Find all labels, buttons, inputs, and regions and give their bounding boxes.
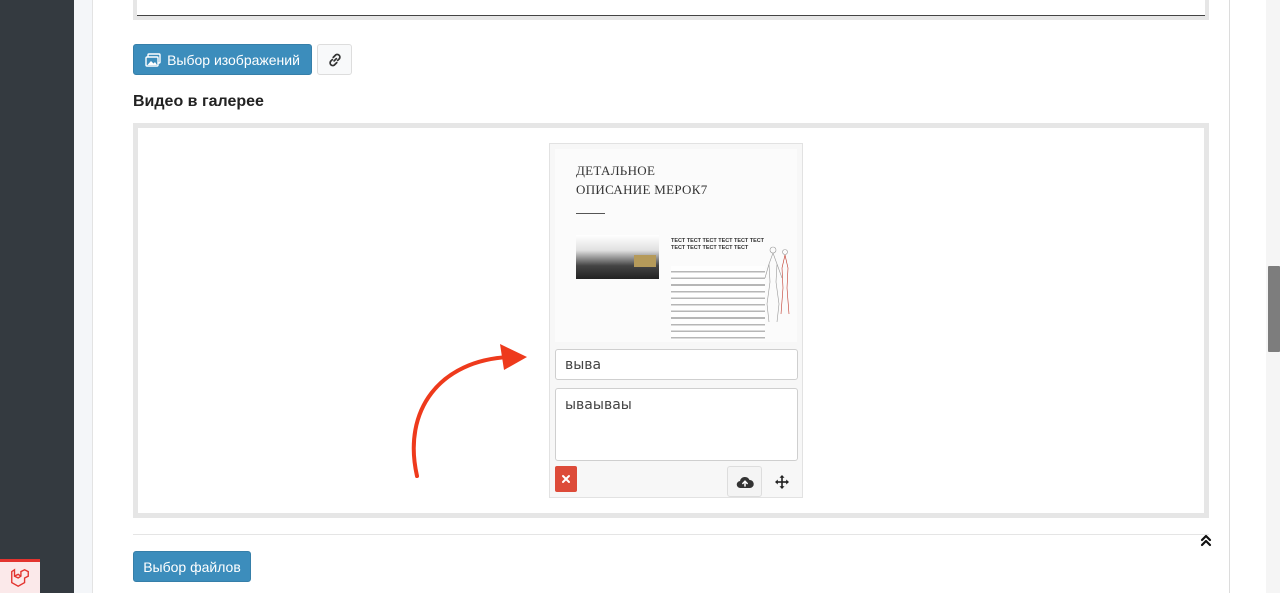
video-title-input[interactable]: выва [555, 349, 798, 380]
video-description-textarea[interactable]: ываываы [555, 388, 798, 461]
select-images-label: Выбор изображений [167, 51, 300, 68]
thumbnail-rule [576, 213, 605, 214]
thumbnail-heading: ТЕСТ ТЕСТ ТЕСТ ТЕСТ ТЕСТ ТЕСТ ТЕСТ ТЕСТ … [671, 238, 764, 251]
link-icon [328, 53, 341, 66]
sidebar [0, 0, 74, 593]
select-images-button[interactable]: Выбор изображений [133, 44, 312, 75]
sidebar-edge [74, 0, 92, 593]
images-icon [145, 52, 161, 67]
move-video-handle[interactable] [771, 471, 793, 493]
add-link-button[interactable] [317, 44, 352, 75]
scrollbar-thumb[interactable] [1268, 266, 1280, 352]
laravel-debugbar-badge[interactable] [0, 559, 40, 593]
cloud-upload-icon [736, 476, 754, 488]
thumbnail-title-line2: ОПИСАНИЕ МЕРОК7 [576, 182, 708, 197]
thumbnail-title: ДЕТАЛЬНОЕ ОПИСАНИЕ МЕРОК7 [576, 161, 708, 199]
select-files-button[interactable]: Выбор файлов [133, 551, 251, 582]
laravel-logo-icon [11, 567, 29, 587]
double-chevron-up-icon [1200, 534, 1212, 547]
scroll-to-top-button[interactable] [1195, 530, 1217, 550]
thumbnail-text-lines [671, 266, 765, 340]
video-gallery-title: Видео в галерее [133, 93, 264, 110]
section-divider [133, 534, 1209, 535]
video-item-card: ДЕТАЛЬНОЕ ОПИСАНИЕ МЕРОК7 ТЕСТ ТЕСТ ТЕСТ… [549, 143, 803, 498]
delete-video-button[interactable] [555, 466, 577, 492]
arrows-move-icon [775, 475, 789, 489]
video-thumbnail[interactable]: ДЕТАЛЬНОЕ ОПИСАНИЕ МЕРОК7 ТЕСТ ТЕСТ ТЕСТ… [555, 149, 797, 342]
close-icon [562, 475, 570, 483]
previous-field-box [133, 0, 1209, 20]
annotation-arrow [411, 344, 527, 478]
thumbnail-video-preview [576, 235, 659, 279]
thumbnail-figure-sketch [764, 246, 790, 323]
thumbnail-title-line1: ДЕТАЛЬНОЕ [576, 163, 656, 178]
upload-video-button[interactable] [727, 466, 762, 497]
